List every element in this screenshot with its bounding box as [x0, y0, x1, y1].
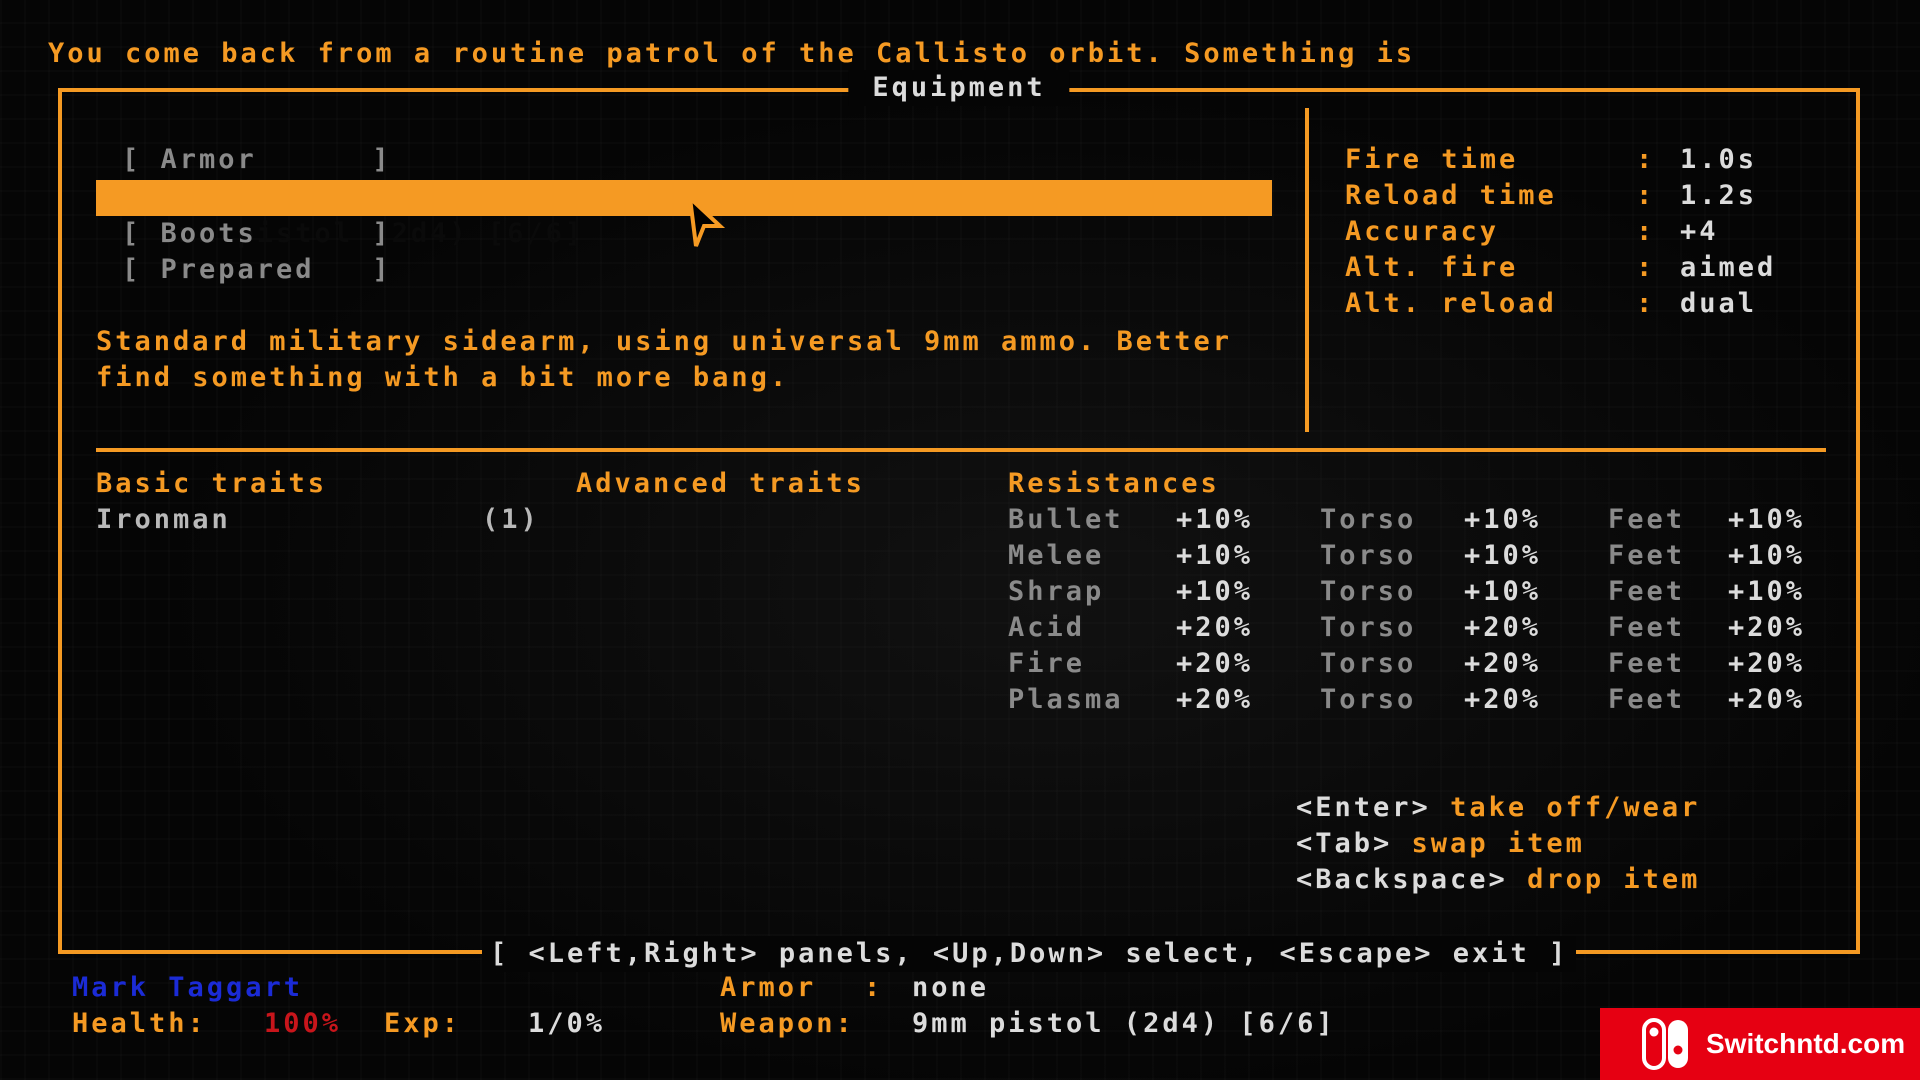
advanced-traits-header: Advanced traits [576, 468, 865, 499]
stat-separator: : [1636, 288, 1656, 319]
resistance-feet-label: Feet [1608, 684, 1686, 715]
basic-traits-header: Basic traits [96, 468, 328, 499]
hotkey-backspace[interactable]: <Backspace> drop item [1296, 862, 1700, 898]
weapon-value: 9mm pistol (2d4) [6/6] [912, 1008, 1336, 1039]
resistance-feet-label: Feet [1608, 576, 1686, 607]
resistance-base: +10% [1176, 504, 1254, 535]
resistance-torso-label: Torso [1320, 648, 1417, 679]
resistance-torso-label: Torso [1320, 504, 1417, 535]
message-log: You come back from a routine patrol of t… [48, 38, 1416, 69]
stat-value: dual [1680, 288, 1758, 319]
resistance-base: +20% [1176, 648, 1254, 679]
hotkey-key: <Backspace> [1296, 864, 1508, 895]
resistance-base: +10% [1176, 540, 1254, 571]
resistance-type: Acid [1008, 612, 1086, 643]
resistance-feet: +20% [1728, 684, 1806, 715]
trait-name[interactable]: Ironman [96, 502, 231, 538]
item-description: Standard military sidearm, using univers… [96, 326, 1252, 393]
resistance-torso: +20% [1464, 648, 1542, 679]
stat-value: 1.0s [1680, 144, 1758, 175]
resistance-torso: +10% [1464, 504, 1542, 535]
stat-label: Fire time [1345, 144, 1519, 175]
stat-label: Alt. fire [1345, 252, 1519, 283]
resistance-torso-label: Torso [1320, 684, 1417, 715]
slot-boots[interactable]: [ Boots ] [122, 216, 392, 252]
hotkey-tab[interactable]: <Tab> swap item [1296, 826, 1585, 862]
resistance-type: Shrap [1008, 576, 1105, 607]
resistance-feet: +20% [1728, 648, 1806, 679]
resistance-torso: +10% [1464, 576, 1542, 607]
resistance-type: Melee [1008, 540, 1105, 571]
resistance-type: Bullet [1008, 504, 1124, 535]
slot-weapon-selected[interactable]: 9mm pistol (2d4) [6/6] [96, 180, 1272, 249]
resistance-feet: +10% [1728, 576, 1806, 607]
stat-value: aimed [1680, 252, 1777, 283]
resistances-header: Resistances [1008, 468, 1220, 499]
stat-label: Reload time [1345, 180, 1557, 211]
exp-label: Exp: [384, 1008, 462, 1039]
watermark-badge: Switchntd.com [1600, 1008, 1920, 1080]
resistance-type: Plasma [1008, 684, 1124, 715]
resistance-torso: +10% [1464, 540, 1542, 571]
resistance-feet: +10% [1728, 504, 1806, 535]
armor-value: none [912, 972, 990, 1003]
hotkey-action: drop item [1527, 864, 1701, 895]
vertical-divider [1305, 108, 1309, 432]
resistance-feet-label: Feet [1608, 504, 1686, 535]
resistance-torso: +20% [1464, 612, 1542, 643]
resistance-torso: +20% [1464, 684, 1542, 715]
resistance-torso-label: Torso [1320, 576, 1417, 607]
resistance-feet-label: Feet [1608, 648, 1686, 679]
stat-value: 1.2s [1680, 180, 1758, 211]
resistance-feet: +10% [1728, 540, 1806, 571]
stat-label: Alt. reload [1345, 288, 1557, 319]
resistance-torso-label: Torso [1320, 540, 1417, 571]
stat-label: Accuracy [1345, 216, 1500, 247]
stat-separator: : [1636, 180, 1656, 211]
resistance-type: Fire [1008, 648, 1086, 679]
window-title: Equipment [848, 70, 1070, 106]
horizontal-divider [96, 448, 1826, 452]
armor-label: Armor [720, 972, 817, 1003]
health-value: 100% [264, 1008, 342, 1039]
hotkey-key: <Enter> [1296, 792, 1431, 823]
resistance-feet-label: Feet [1608, 540, 1686, 571]
trait-level: (1) [482, 504, 540, 535]
resistance-base: +20% [1176, 684, 1254, 715]
weapon-label: Weapon: [720, 1008, 855, 1039]
armor-separator: : [864, 972, 884, 1003]
switch-logo-icon [1642, 1018, 1688, 1070]
mouse-cursor-icon [687, 196, 726, 247]
window-controls-hint: [ <Left,Right> panels, <Up,Down> select,… [482, 936, 1577, 972]
stat-separator: : [1636, 252, 1656, 283]
slot-armor[interactable]: [ Armor ] [122, 142, 392, 178]
slot-prepared[interactable]: [ Prepared ] [122, 252, 392, 288]
resistance-base: +10% [1176, 576, 1254, 607]
resistance-feet-label: Feet [1608, 612, 1686, 643]
exp-value: 1/0% [528, 1008, 606, 1039]
stat-separator: : [1636, 144, 1656, 175]
resistance-base: +20% [1176, 612, 1254, 643]
health-label: Health: [72, 1008, 207, 1039]
player-name: Mark Taggart [72, 972, 304, 1003]
resistance-torso-label: Torso [1320, 612, 1417, 643]
resistance-feet: +20% [1728, 612, 1806, 643]
stat-value: +4 [1680, 216, 1719, 247]
hotkey-key: <Tab> [1296, 828, 1393, 859]
hotkey-action: swap item [1411, 828, 1585, 859]
hotkey-action: take off/wear [1450, 792, 1701, 823]
watermark-text: Switchntd.com [1706, 1028, 1906, 1059]
stat-separator: : [1636, 216, 1656, 247]
hotkey-enter[interactable]: <Enter> take off/wear [1296, 790, 1700, 826]
